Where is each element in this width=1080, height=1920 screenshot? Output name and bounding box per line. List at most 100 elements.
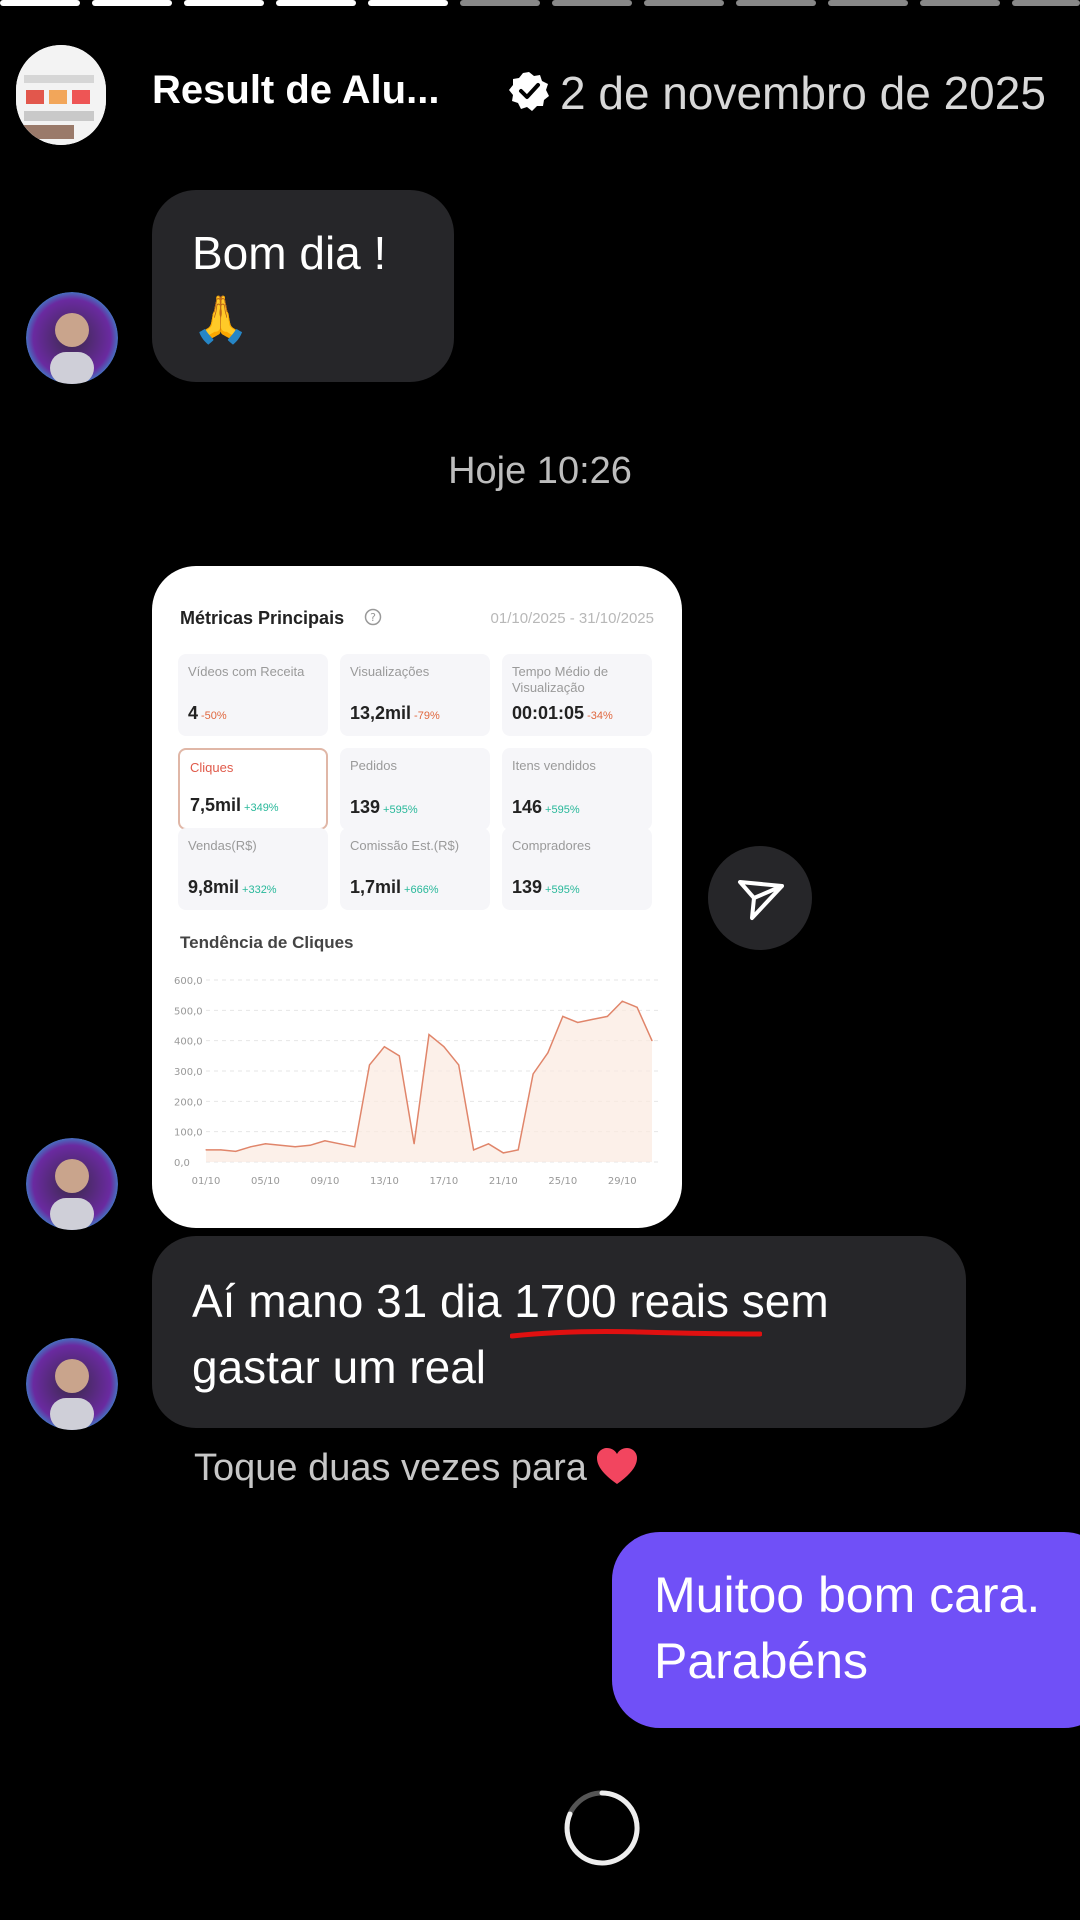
chart-data-point	[309, 1144, 311, 1146]
chart-data-point	[443, 1046, 445, 1048]
metric-change: -79%	[414, 710, 440, 722]
sender-avatar[interactable]	[26, 292, 118, 384]
metric-card-selected: Cliques 7,5mil +349%	[178, 748, 328, 830]
metric-change: +349%	[244, 802, 279, 814]
chart-data-point	[517, 1149, 519, 1151]
metric-label: Visualizações	[350, 664, 430, 679]
chart-data-point	[621, 1000, 623, 1002]
progress-segment	[828, 0, 908, 6]
metric-card: Visualizações 13,2mil -79%	[340, 654, 490, 736]
chart-data-point	[428, 1034, 430, 1036]
chart-data-point	[383, 1046, 385, 1048]
chart-data-point	[324, 1140, 326, 1142]
x-tick-label: 29/10	[608, 1176, 637, 1187]
story-date: 2 de novembro de 2025	[560, 67, 1046, 119]
received-message-caption[interactable]: Aí mano 31 dia 1700 reais sem gastar um …	[152, 1236, 966, 1428]
sent-message[interactable]: Muitoo bom cara. Parabéns	[612, 1532, 1080, 1728]
info-icon: ?	[364, 608, 382, 626]
story-header: Result de Alu... 2 de novembro de 2025	[0, 40, 1080, 150]
progress-segment	[368, 0, 448, 6]
metric-value: 13,2mil	[350, 703, 412, 723]
chart-data-point	[577, 1021, 579, 1024]
chart-data-point	[235, 1150, 237, 1152]
progress-segment	[736, 0, 816, 6]
message-text: Muitoo bom cara.	[654, 1567, 1041, 1623]
chart-data-point	[220, 1149, 222, 1151]
chart-data-point	[339, 1143, 341, 1145]
story-title[interactable]: Result de Alu...	[152, 68, 439, 113]
y-tick-label: 200,0	[174, 1097, 203, 1108]
story-thumbnail[interactable]	[16, 45, 106, 145]
metric-label: Comissão Est.(R$)	[350, 838, 460, 853]
chart-data-point	[636, 1006, 638, 1008]
metric-value: 139	[512, 877, 543, 897]
x-tick-label: 09/10	[311, 1176, 340, 1187]
hint-text: Toque duas vezes para	[194, 1447, 587, 1489]
dashboard-title: Métricas Principais	[180, 608, 345, 628]
chart-data-point	[294, 1146, 296, 1148]
chart-data-point	[591, 1018, 594, 1021]
metric-change: +595%	[545, 884, 580, 896]
metric-value: 9,8mil	[188, 877, 240, 897]
metric-card: Vídeos com Receita 4 -50%	[178, 654, 328, 736]
metric-label: Pedidos	[350, 758, 397, 773]
received-message-greeting[interactable]: Bom dia ! 🙏	[152, 190, 454, 382]
praying-hands-icon: 🙏	[192, 293, 250, 345]
y-tick-label: 0,0	[174, 1158, 190, 1169]
message-text: Aí mano 31 dia	[192, 1275, 515, 1327]
chart-data-point	[264, 1143, 267, 1145]
highlighted-amount: 1700 reais	[510, 1268, 763, 1339]
sender-avatar[interactable]	[26, 1138, 118, 1230]
message-timestamp: Hoje 10:26	[448, 450, 632, 492]
chart-data-point	[354, 1146, 356, 1148]
chart-area-fill	[206, 1001, 652, 1162]
y-tick-label: 300,0	[174, 1067, 203, 1078]
metric-value: 139	[350, 797, 381, 817]
metric-change: +595%	[545, 804, 580, 816]
metric-value: 4	[188, 703, 199, 723]
progress-segment	[276, 0, 356, 6]
reply-bar-cut-off	[0, 1900, 1080, 1920]
x-tick-label: 21/10	[489, 1176, 518, 1187]
metric-label: Compradores	[512, 838, 591, 853]
metric-card: Vendas(R$) 9,8mil +332%	[178, 828, 328, 910]
x-tick-label: 05/10	[251, 1176, 280, 1187]
share-button[interactable]	[708, 846, 812, 950]
x-tick-label: 13/10	[370, 1176, 399, 1187]
chart-data-point	[279, 1144, 281, 1146]
y-tick-label: 400,0	[174, 1037, 203, 1048]
chart-data-point	[368, 1064, 371, 1066]
x-tick-label: 17/10	[429, 1176, 458, 1187]
chart-title: Tendência de Cliques	[180, 933, 354, 952]
verified-badge-icon	[509, 72, 549, 111]
y-tick-label: 500,0	[174, 1006, 203, 1017]
metric-change: -50%	[201, 710, 227, 722]
chart-data-point	[547, 1052, 549, 1054]
progress-segment	[184, 0, 264, 6]
chart-data-point	[651, 1040, 653, 1042]
svg-text:?: ?	[370, 611, 376, 624]
shared-dashboard-image[interactable]: Métricas Principais ? 01/10/2025 - 31/10…	[152, 566, 682, 1228]
progress-segment	[0, 0, 80, 6]
clicks-trend-chart: 600,0 500,0 400,0 300,0 200,0 100,0 0,001/10 05…	[174, 976, 662, 1187]
progress-segment	[920, 0, 1000, 6]
message-text: Bom dia !	[192, 227, 387, 279]
chart-data-point	[398, 1055, 400, 1057]
metric-card: Compradores 139 +595%	[502, 828, 652, 910]
chart-data-point	[606, 1015, 608, 1017]
x-tick-label: 01/10	[192, 1176, 221, 1187]
metric-value: 1,7mil	[350, 877, 402, 897]
highlight-text: 1700 reais	[514, 1275, 730, 1327]
chart-data-point	[487, 1143, 490, 1145]
dashboard-date-range: 01/10/2025 - 31/10/2025	[490, 610, 654, 627]
story-progress-bar	[0, 0, 1080, 10]
chart-data-point	[250, 1146, 252, 1148]
metric-card: Comissão Est.(R$) 1,7mil +666%	[340, 828, 490, 910]
metric-label: Itens vendidos	[512, 758, 596, 773]
progress-segment	[552, 0, 632, 6]
metric-card: Pedidos 139 +595%	[340, 748, 490, 830]
chart-data-point	[562, 1015, 564, 1017]
chart-data-point	[458, 1064, 460, 1066]
sender-avatar[interactable]	[26, 1338, 118, 1430]
heart-icon[interactable]	[595, 1446, 639, 1486]
